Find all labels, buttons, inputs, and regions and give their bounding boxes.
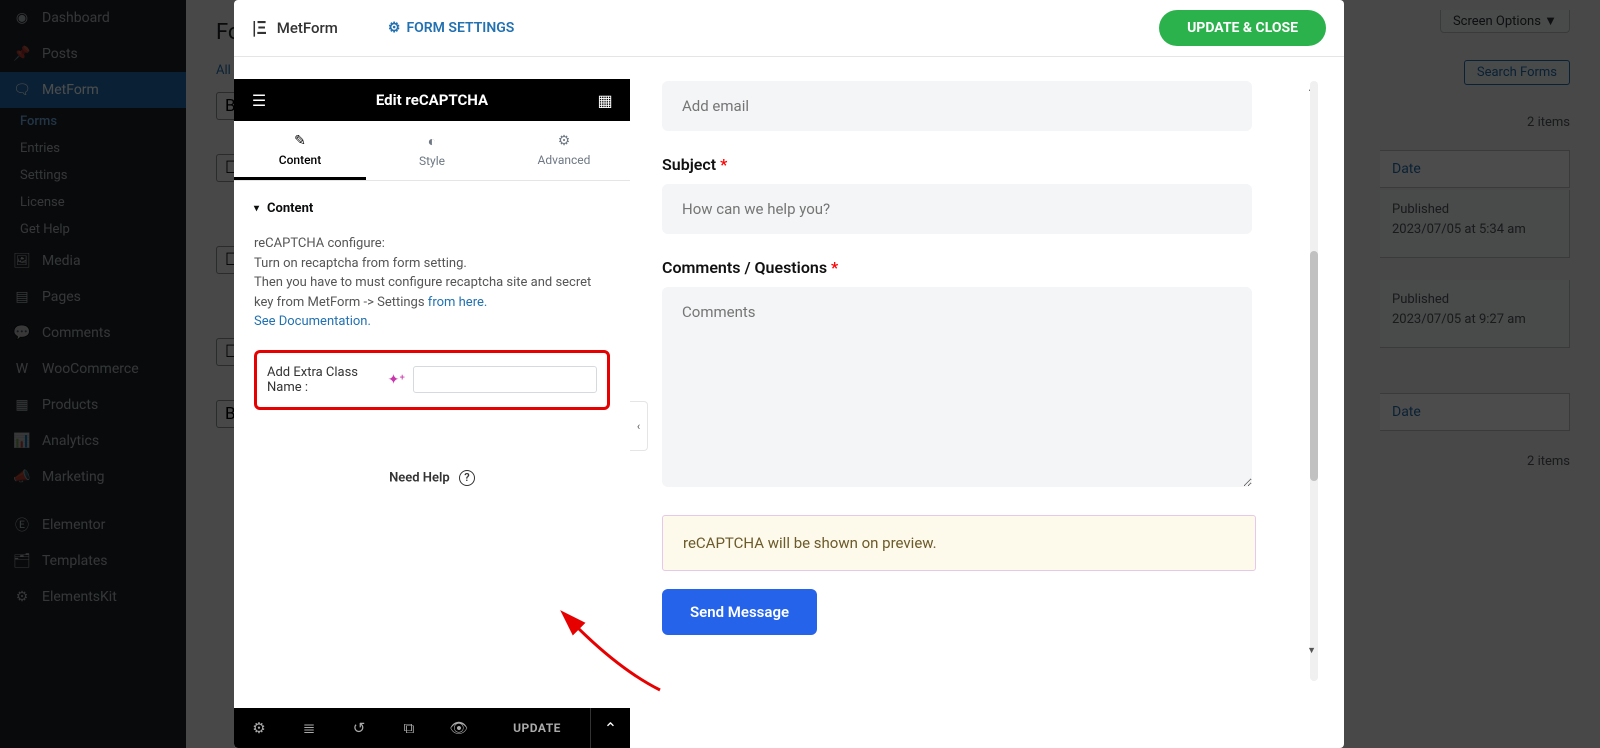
gear-icon: ⚙ <box>558 133 571 149</box>
panel-widgets-button[interactable]: ▦ <box>580 91 630 110</box>
gear-icon: ⚙ <box>252 719 265 737</box>
eye-icon: 👁 <box>449 719 468 737</box>
extra-class-field-highlight: Add Extra Class Name : ✦⁺ <box>254 350 610 410</box>
subject-field-wrapper: Subject * <box>662 155 1294 234</box>
metform-logo-icon: |Ξ <box>252 18 267 39</box>
comments-label: Comments / Questions * <box>662 258 1294 277</box>
modal-brand: |Ξ MetForm <box>252 18 338 39</box>
form-preview: Subject * Comments / Questions * reCAPTC… <box>630 57 1344 748</box>
style-icon: ◐ <box>428 133 436 150</box>
gear-icon: ⚙ <box>388 20 401 36</box>
panel-content: ▾ Content reCAPTCHA configure: Turn on r… <box>234 181 630 708</box>
from-here-link[interactable]: from here. <box>428 295 488 310</box>
update-close-button[interactable]: UPDATE & CLOSE <box>1159 10 1326 46</box>
footer-navigator-button[interactable]: ≣ <box>284 708 334 748</box>
see-documentation-link[interactable]: See Documentation. <box>254 314 371 329</box>
extra-class-label: Add Extra Class Name : <box>267 365 382 395</box>
tab-style[interactable]: ◐ Style <box>366 121 498 180</box>
tab-label: Style <box>419 154 445 168</box>
caret-down-icon: ▾ <box>254 203 259 214</box>
section-label: Content <box>267 201 313 216</box>
comments-field-wrapper: Comments / Questions * <box>662 258 1294 491</box>
extra-class-input[interactable] <box>413 366 597 393</box>
metform-modal: |Ξ MetForm ⚙ FORM SETTINGS UPDATE & CLOS… <box>234 0 1344 748</box>
subject-input[interactable] <box>662 184 1252 234</box>
comments-textarea[interactable] <box>662 287 1252 487</box>
need-help-link[interactable]: Need Help ? <box>254 470 610 486</box>
subject-label: Subject * <box>662 155 1294 174</box>
brand-label: MetForm <box>277 19 338 37</box>
section-toggle-content[interactable]: ▾ Content <box>254 201 610 216</box>
modal-header: |Ξ MetForm ⚙ FORM SETTINGS UPDATE & CLOS… <box>234 0 1344 57</box>
scrollbar-thumb[interactable] <box>1310 251 1318 481</box>
email-field-wrapper <box>662 81 1294 131</box>
elementor-panel: ☰ Edit reCAPTCHA ▦ ✎ Content ◐ Style ⚙ A… <box>234 57 630 748</box>
grid-icon: ▦ <box>597 91 612 110</box>
footer-history-button[interactable]: ↺ <box>334 708 384 748</box>
recaptcha-preview-notice: reCAPTCHA will be shown on preview. <box>662 515 1256 571</box>
email-input[interactable] <box>662 81 1252 131</box>
chevron-up-icon: ⌃ <box>604 719 617 738</box>
hamburger-icon: ☰ <box>252 91 266 110</box>
tab-label: Advanced <box>538 153 591 167</box>
history-icon: ↺ <box>353 719 366 737</box>
tab-advanced[interactable]: ⚙ Advanced <box>498 121 630 180</box>
modal-body: ☰ Edit reCAPTCHA ▦ ✎ Content ◐ Style ⚙ A… <box>234 57 1344 748</box>
panel-title: Edit reCAPTCHA <box>284 91 580 109</box>
panel-menu-button[interactable]: ☰ <box>234 91 284 110</box>
devices-icon: ⧉ <box>404 719 415 737</box>
tab-content[interactable]: ✎ Content <box>234 121 366 180</box>
send-message-button[interactable]: Send Message <box>662 589 817 635</box>
form-settings-link[interactable]: ⚙ FORM SETTINGS <box>388 20 514 36</box>
footer-update-button[interactable]: UPDATE <box>484 721 590 735</box>
elementor-tabs: ✎ Content ◐ Style ⚙ Advanced <box>234 121 630 181</box>
footer-preview-button[interactable]: 👁 <box>434 708 484 748</box>
footer-settings-button[interactable]: ⚙ <box>234 708 284 748</box>
recaptcha-config-text: reCAPTCHA configure: Turn on recaptcha f… <box>254 234 610 332</box>
scroll-down-arrow[interactable]: ▼ <box>1307 645 1316 656</box>
footer-caret-button[interactable]: ⌃ <box>590 708 630 748</box>
elementor-footer: ⚙ ≣ ↺ ⧉ 👁 UPDATE ⌃ <box>234 708 630 748</box>
pencil-icon: ✎ <box>294 133 306 149</box>
footer-responsive-button[interactable]: ⧉ <box>384 708 434 748</box>
tab-label: Content <box>279 153 321 167</box>
preview-scrollbar[interactable] <box>1310 81 1318 681</box>
elementor-panel-header: ☰ Edit reCAPTCHA ▦ <box>234 79 630 121</box>
form-settings-label: FORM SETTINGS <box>406 20 514 36</box>
layers-icon: ≣ <box>303 719 316 737</box>
help-icon: ? <box>459 470 475 486</box>
ai-sparkle-icon[interactable]: ✦⁺ <box>388 372 405 388</box>
